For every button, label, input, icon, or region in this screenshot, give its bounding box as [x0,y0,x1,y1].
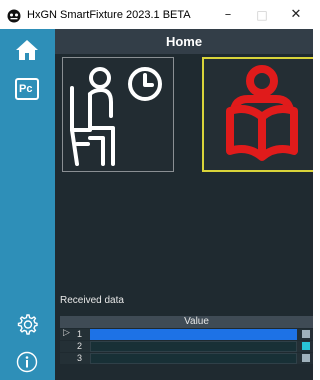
sidebar: Pc [0,29,55,380]
maximize-button[interactable]: □ [245,0,279,29]
row-index: 3 [77,353,83,363]
pc-icon-label: Pc [19,83,33,95]
page-header: Home [55,29,313,54]
sidebar-item-settings[interactable] [13,312,41,340]
table-row[interactable]: 3 [60,353,313,364]
window-controls: – □ ✕ [211,0,313,29]
sidebar-item-info[interactable] [13,350,41,378]
row-checkbox[interactable] [302,330,310,338]
row-index: 2 [77,341,83,351]
main-content: Received data Value ▷ 1 2 3 [55,54,313,380]
title-bar: HxGN SmartFixture 2023.1 BETA – □ ✕ [0,0,313,29]
waiting-person-icon [63,58,173,175]
page-title: Home [165,34,203,49]
sidebar-item-home[interactable] [13,38,41,66]
info-icon [16,351,38,377]
reading-person-icon [204,59,313,174]
row-index: 1 [77,329,83,339]
received-data-label: Received data [60,295,124,306]
value-cell[interactable] [90,353,297,364]
tile-reading[interactable] [202,57,313,172]
sidebar-item-pc[interactable]: Pc [13,77,41,105]
current-row-marker-icon: ▷ [63,328,70,338]
value-column-header[interactable]: Value [90,316,303,328]
window-title: HxGN SmartFixture 2023.1 BETA [27,8,191,21]
minimize-button[interactable]: – [211,0,245,29]
row-checkbox[interactable] [302,342,310,350]
row-checkbox[interactable] [302,354,310,362]
gear-icon [16,313,38,339]
value-cell[interactable] [90,329,297,340]
table-row[interactable]: ▷ 1 [60,328,313,340]
close-button[interactable]: ✕ [279,0,313,29]
app-logo-icon [7,8,21,22]
app-window: HxGN SmartFixture 2023.1 BETA – □ ✕ Pc H… [0,0,313,380]
table-row[interactable]: 2 [60,341,313,352]
home-icon [15,39,39,65]
received-data-grid: Value ▷ 1 2 3 [60,316,313,364]
grid-header: Value [60,316,313,328]
tile-waiting[interactable] [62,57,174,172]
value-cell[interactable] [90,341,297,352]
